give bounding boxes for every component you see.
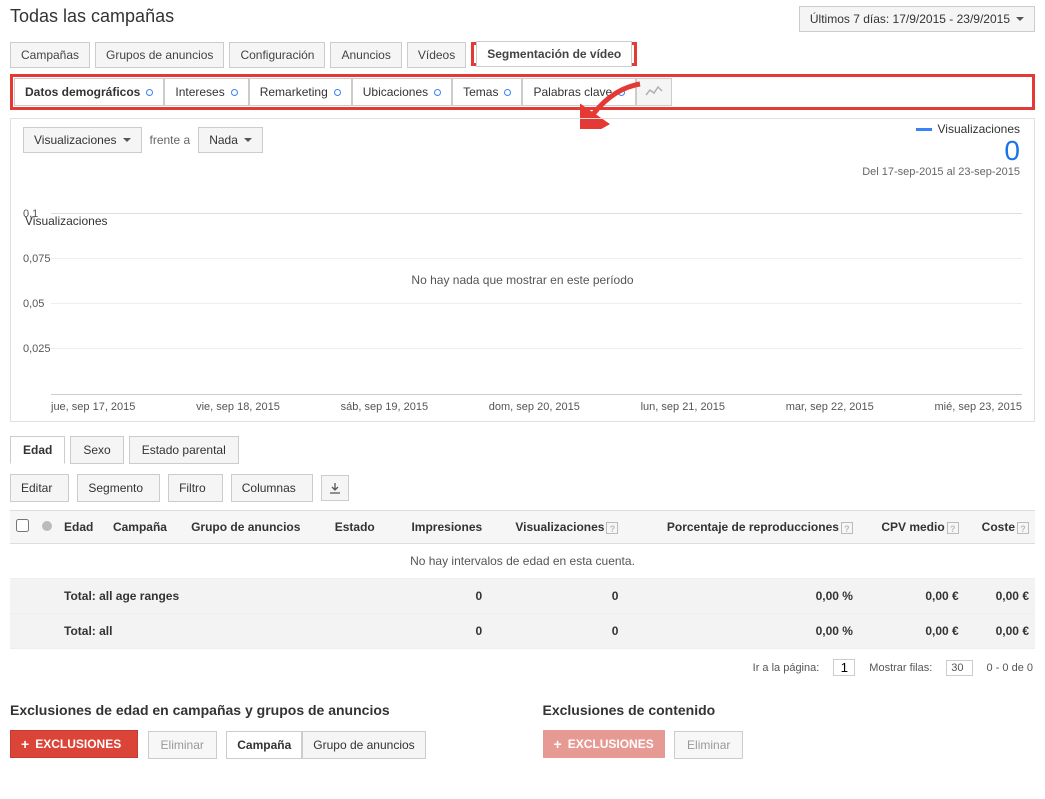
plus-icon: + <box>21 738 29 750</box>
help-icon[interactable]: ? <box>841 522 853 534</box>
circle-icon <box>334 89 341 96</box>
scope-segmented: Campaña Grupo de anuncios <box>226 731 425 759</box>
section-title: Exclusiones de edad en campañas y grupos… <box>10 702 503 718</box>
subtab-remarketing[interactable]: Remarketing <box>249 78 352 106</box>
tab-videos[interactable]: Vídeos <box>407 42 466 68</box>
col-cpv[interactable]: CPV medio? <box>859 511 965 544</box>
add-exclusions-button[interactable]: +EXCLUSIONES <box>10 730 138 758</box>
pager-page-input[interactable] <box>833 659 855 676</box>
vs-label: frente a <box>150 133 191 147</box>
subtab-intereses[interactable]: Intereses <box>164 78 248 106</box>
chart-empty-message: No hay nada que mostrar en este período <box>23 273 1022 287</box>
col-edad[interactable]: Edad <box>58 511 107 544</box>
circle-icon <box>146 89 153 96</box>
scope-campana[interactable]: Campaña <box>226 731 302 759</box>
chart-plot-area: 0,1 0,075 0,05 0,025 No hay nada que mos… <box>23 213 1022 413</box>
date-range-picker[interactable]: Últimos 7 días: 17/9/2015 - 23/9/2015 <box>799 6 1035 32</box>
subtab-demograficos[interactable]: Datos demográficos <box>14 78 164 106</box>
pager-range: 0 - 0 de 0 <box>987 662 1033 674</box>
page-title: Todas las campañas <box>10 6 174 27</box>
help-icon[interactable]: ? <box>606 522 618 534</box>
chart-card: Visualizaciones frente a Nada Visualizac… <box>10 118 1035 422</box>
y-tick: 0,075 <box>23 253 51 265</box>
x-axis-ticks: jue, sep 17, 2015 vie, sep 18, 2015 sáb,… <box>51 401 1022 413</box>
y-tick: 0,025 <box>23 343 51 355</box>
x-tick: sáb, sep 19, 2015 <box>341 401 428 413</box>
series-dash-icon <box>916 128 932 131</box>
col-estado[interactable]: Estado <box>329 511 391 544</box>
col-grupo[interactable]: Grupo de anuncios <box>185 511 329 544</box>
filtro-dropdown[interactable]: Filtro <box>168 474 223 502</box>
tab-segmentacion-video[interactable]: Segmentación de vídeo <box>476 41 632 67</box>
exclusions-age-section: Exclusiones de edad en campañas y grupos… <box>10 702 503 759</box>
tab-grupos[interactable]: Grupos de anuncios <box>95 42 224 68</box>
data-table: Edad Campaña Grupo de anuncios Estado Im… <box>10 510 1035 649</box>
table-pager: Ir a la página: Mostrar filas: 30 0 - 0 … <box>10 653 1035 682</box>
table-total-row: Total: all age ranges 0 0 0,00 % 0,00 € … <box>10 579 1035 614</box>
main-tabs: Campañas Grupos de anuncios Configuració… <box>10 42 1035 68</box>
x-tick: jue, sep 17, 2015 <box>51 401 135 413</box>
help-icon[interactable]: ? <box>1017 522 1029 534</box>
pager-showrows-label: Mostrar filas: <box>869 662 932 674</box>
x-tick: mar, sep 22, 2015 <box>786 401 874 413</box>
pager-goto-label: Ir a la página: <box>753 662 820 674</box>
tab-sexo[interactable]: Sexo <box>70 436 123 464</box>
pager-rows-select[interactable]: 30 <box>946 660 972 676</box>
legend-value: 0 <box>862 136 1020 166</box>
table-empty-row: No hay intervalos de edad en esta cuenta… <box>10 544 1035 579</box>
columnas-dropdown[interactable]: Columnas <box>231 474 313 502</box>
col-coste[interactable]: Coste? <box>965 511 1035 544</box>
col-campana[interactable]: Campaña <box>107 511 185 544</box>
select-all-checkbox[interactable] <box>16 519 29 532</box>
subtab-temas[interactable]: Temas <box>452 78 522 106</box>
col-impresiones[interactable]: Impresiones <box>390 511 488 544</box>
date-range-text: Últimos 7 días: 17/9/2015 - 23/9/2015 <box>810 12 1010 26</box>
editar-dropdown[interactable]: Editar <box>10 474 69 502</box>
download-button[interactable] <box>321 475 349 501</box>
circle-icon <box>231 89 238 96</box>
x-tick: vie, sep 18, 2015 <box>196 401 280 413</box>
add-exclusions-button-disabled: +EXCLUSIONES <box>543 730 665 758</box>
subtab-ubicaciones[interactable]: Ubicaciones <box>352 78 452 106</box>
delete-button[interactable]: Eliminar <box>674 731 743 759</box>
y-tick: 0,05 <box>23 298 44 310</box>
help-icon[interactable]: ? <box>947 522 959 534</box>
download-icon <box>329 482 341 494</box>
metric-dropdown[interactable]: Visualizaciones <box>23 127 142 153</box>
exclusions-content-section: Exclusiones de contenido +EXCLUSIONES El… <box>543 702 1036 759</box>
x-tick: mié, sep 23, 2015 <box>934 401 1021 413</box>
chart-legend: Visualizaciones 0 Del 17-sep-2015 al 23-… <box>862 122 1020 178</box>
chevron-down-icon <box>123 138 131 142</box>
col-visualizaciones[interactable]: Visualizaciones? <box>488 511 624 544</box>
delete-button[interactable]: Eliminar <box>148 731 217 759</box>
section-title: Exclusiones de contenido <box>543 702 1036 718</box>
table-total-row: Total: all 0 0 0,00 % 0,00 € 0,00 € <box>10 614 1035 649</box>
chevron-down-icon <box>1016 17 1024 21</box>
segmento-dropdown[interactable]: Segmento <box>77 474 160 502</box>
tab-estado-parental[interactable]: Estado parental <box>129 436 239 464</box>
x-tick: dom, sep 20, 2015 <box>489 401 580 413</box>
table-toolbar: Editar Segmento Filtro Columnas <box>10 474 1035 502</box>
tab-anuncios[interactable]: Anuncios <box>330 42 401 68</box>
circle-icon <box>434 89 441 96</box>
circle-icon <box>504 89 511 96</box>
scope-grupo[interactable]: Grupo de anuncios <box>302 731 425 759</box>
demographic-tabs: Edad Sexo Estado parental <box>10 436 1035 464</box>
status-dot-icon <box>42 521 52 531</box>
x-tick: lun, sep 21, 2015 <box>641 401 725 413</box>
y-tick: 0,1 <box>23 208 38 220</box>
segmentation-subtabs-highlight: Datos demográficos Intereses Remarketing… <box>10 74 1035 110</box>
col-porcentaje[interactable]: Porcentaje de reproducciones? <box>624 511 858 544</box>
tab-configuracion[interactable]: Configuración <box>229 42 325 68</box>
tab-edad[interactable]: Edad <box>10 436 65 464</box>
plus-icon: + <box>554 738 562 750</box>
tab-campanas[interactable]: Campañas <box>10 42 90 68</box>
legend-period: Del 17-sep-2015 al 23-sep-2015 <box>862 166 1020 178</box>
compare-dropdown[interactable]: Nada <box>198 127 263 153</box>
chevron-down-icon <box>244 138 252 142</box>
